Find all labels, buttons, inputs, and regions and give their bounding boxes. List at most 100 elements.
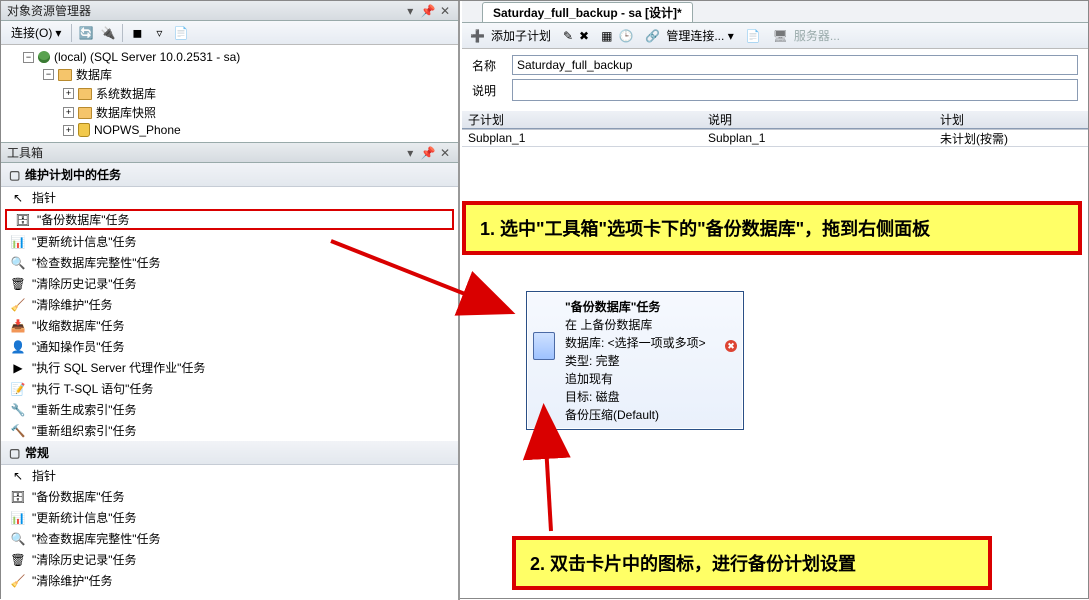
toolbox-item-label: "重新组织索引"任务 [32, 422, 137, 439]
pin-icon[interactable]: 📌 [421, 143, 435, 163]
expand-icon[interactable]: − [23, 52, 34, 63]
connection-icon[interactable]: 🔗 [645, 29, 660, 43]
servers-icon[interactable]: 🖥 [773, 29, 788, 43]
callout-1: 1. 选中"工具箱"选项卡下的"备份数据库"，拖到右侧面板 [462, 201, 1082, 255]
toolbox-item-label: "清除历史记录"任务 [32, 275, 137, 292]
toolbox-item[interactable]: 📝"执行 T-SQL 语句"任务 [1, 378, 458, 399]
backup-task-icon[interactable] [533, 332, 555, 360]
dropdown-arrow-icon[interactable]: ▾ [403, 1, 417, 21]
toolbox-group-general[interactable]: ▢ 常规 [1, 441, 458, 465]
toolbox-item[interactable]: 👤"通知操作员"任务 [1, 336, 458, 357]
close-icon[interactable]: ✕ [438, 1, 452, 21]
grid-col-desc[interactable]: 说明 [702, 111, 934, 129]
toolbox-item-icon: 🧹 [10, 297, 26, 313]
toolbox-item-label: "备份数据库"任务 [37, 211, 130, 228]
delete-icon[interactable]: ✖ [579, 29, 589, 43]
pin-icon[interactable]: 📌 [421, 1, 435, 21]
design-surface[interactable]: 1. 选中"工具箱"选项卡下的"备份数据库"，拖到右侧面板 ✖ "备份数据库"任… [462, 151, 1088, 598]
toolbox-tasks-list: ↖指针 🗄 "备份数据库"任务 📊"更新统计信息"任务🔍"检查数据库完整性"任务 🗑 "清… [1, 187, 458, 441]
toolbox-title: 工具箱 [7, 143, 43, 163]
folder-icon [58, 69, 72, 81]
toolbox-item-label: "清除维护"任务 [32, 296, 113, 313]
toolbox-item[interactable]: 🗄 "备份数据库"任务 [5, 209, 454, 230]
tree-databases[interactable]: − 数据库 [7, 65, 452, 84]
toolbox-item[interactable]: 🧹"清除维护"任务 [1, 570, 458, 591]
tree-root[interactable]: − (local) (SQL Server 10.0.2531 - sa) [7, 49, 452, 65]
filter-icon[interactable]: ▿ [151, 25, 167, 41]
grid-col-schedule[interactable]: 计划 [934, 111, 1088, 129]
toolbox-item[interactable]: 🗄"备份数据库"任务 [1, 486, 458, 507]
grid-col-subplan[interactable]: 子计划 [462, 111, 702, 129]
folder-icon [78, 88, 92, 100]
toolbox-item[interactable]: 🔍"检查数据库完整性"任务 [1, 528, 458, 549]
expand-icon[interactable]: − [43, 69, 54, 80]
close-icon[interactable]: ✕ [438, 143, 452, 163]
toolbox-item-icon: 📊 [10, 510, 26, 526]
database-icon [78, 123, 90, 137]
toolbox-item-icon: 🔨 [10, 423, 26, 439]
toolbox-item[interactable]: ▶ "执行 SQL Server 代理作业"任务 [1, 357, 458, 378]
connect-dropdown[interactable]: 连接(O) ▾ [7, 23, 65, 43]
toolbox-item[interactable]: 🔧"重新生成索引"任务 [1, 399, 458, 420]
toolbox-item-label: "执行 T-SQL 语句"任务 [32, 380, 153, 397]
tree-snapshot[interactable]: + 数据库快照 [7, 103, 452, 122]
collapse-icon[interactable]: ▢ [9, 446, 19, 460]
expand-icon[interactable]: + [63, 88, 74, 99]
report-icon[interactable]: 📄 [746, 29, 761, 43]
toolbox-item-icon: ↖ [10, 190, 26, 206]
toolbox-item-icon: 🔍 [10, 255, 26, 271]
edit-icon[interactable]: ✎ [563, 29, 573, 43]
toolbox-item-icon: 👤 [10, 339, 26, 355]
toolbox-item-icon: 🧹 [10, 573, 26, 589]
grid-row[interactable]: Subplan_1 Subplan_1 未计划(按需) [462, 129, 1088, 147]
collapse-icon[interactable]: ▢ [9, 168, 19, 182]
tree-sysdb[interactable]: + 系统数据库 [7, 84, 452, 103]
add-subplan-icon[interactable]: ➕ [470, 29, 485, 43]
report-icon[interactable]: 📄 [173, 25, 189, 41]
toolbox-item-label: "更新统计信息"任务 [32, 509, 137, 526]
backup-task-card[interactable]: ✖ "备份数据库"任务 在 上备份数据库 数据库: <选择一项或多项> 类型: … [526, 291, 744, 430]
object-explorer-header: 对象资源管理器 ▾ 📌 ✕ [1, 1, 458, 21]
toolbox-item[interactable]: ↖指针 [1, 187, 458, 208]
toolbox-item[interactable]: 🗑 "清除历史记录"任务 [1, 273, 458, 294]
dropdown-arrow-icon[interactable]: ▾ [403, 143, 417, 163]
toolbox-item-icon: 🗑 [10, 276, 26, 292]
toolbox-item-label: "收缩数据库"任务 [32, 317, 125, 334]
toolbox-item[interactable]: 🔨 "重新组织索引"任务 [1, 420, 458, 441]
designer-toolbar: ➕ 添加子计划 ✎ ✖ ▦ 🕒 🔗 管理连接... ▾ 📄 🖥 服务器... [462, 23, 1088, 49]
add-subplan-button[interactable]: 添加子计划 [491, 27, 551, 44]
expand-icon[interactable]: + [63, 125, 74, 136]
disconnect-icon[interactable]: 🔌 [100, 25, 116, 41]
toolbox-group-tasks[interactable]: ▢ 维护计划中的任务 [1, 163, 458, 187]
toolbox-item-label: "重新生成索引"任务 [32, 401, 137, 418]
grid-icon[interactable]: ▦ [601, 29, 612, 43]
name-input[interactable] [512, 55, 1078, 75]
toolbox-item[interactable]: 🧹 "清除维护"任务 [1, 294, 458, 315]
tree-userdb[interactable]: + NOPWS_Phone [7, 122, 452, 138]
expand-icon[interactable]: + [63, 107, 74, 118]
manage-connection-button[interactable]: 管理连接... ▾ [666, 27, 733, 44]
error-icon: ✖ [725, 340, 737, 352]
servers-button[interactable]: 服务器... [794, 27, 840, 44]
toolbox-item[interactable]: 📊"更新统计信息"任务 [1, 231, 458, 252]
toolbox-item[interactable]: 🗑"清除历史记录"任务 [1, 549, 458, 570]
desc-input[interactable] [512, 79, 1078, 101]
toolbox-item-label: "清除历史记录"任务 [32, 551, 137, 568]
refresh-icon[interactable]: 🔄 [78, 25, 94, 41]
toolbox-item-label: "备份数据库"任务 [32, 488, 125, 505]
desc-label: 说明 [472, 82, 512, 99]
object-explorer-tree[interactable]: − (local) (SQL Server 10.0.2531 - sa) − … [1, 45, 458, 142]
toolbox-item[interactable]: 🔍"检查数据库完整性"任务 [1, 252, 458, 273]
designer-tab[interactable]: Saturday_full_backup - sa [设计]* [482, 2, 693, 22]
stop-icon[interactable]: ◼ [129, 25, 145, 41]
schedule-icon[interactable]: 🕒 [618, 29, 633, 43]
toolbox-item[interactable]: ↖指针 [1, 465, 458, 486]
toolbox-item[interactable]: 📥"收缩数据库"任务 [1, 315, 458, 336]
toolbox-item-label: "执行 SQL Server 代理作业"任务 [32, 359, 205, 376]
folder-icon [78, 107, 92, 119]
subplan-grid: 子计划 说明 计划 Subplan_1 Subplan_1 未计划(按需) [462, 111, 1088, 147]
object-explorer-toolbar: 连接(O) ▾ 🔄 🔌 ◼ ▿ 📄 [1, 21, 458, 45]
toolbox-item[interactable]: 📊 "更新统计信息"任务 [1, 507, 458, 528]
toolbox-item-icon: 🗄 [15, 212, 31, 228]
toolbox-item-icon: ▶ [10, 360, 26, 376]
